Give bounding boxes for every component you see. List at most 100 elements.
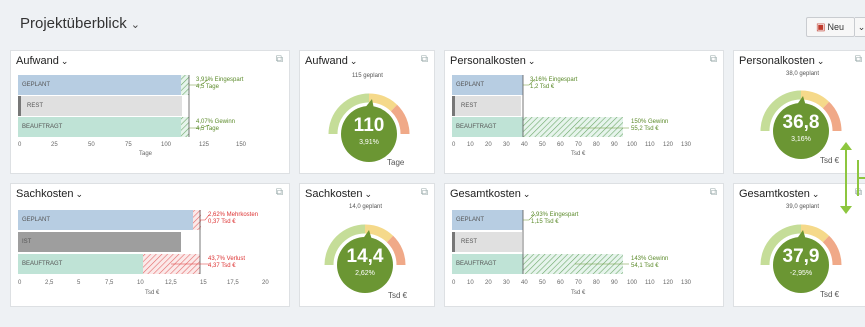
bar-label: BEAUFTRAGT xyxy=(22,124,63,130)
tick-label: 30 xyxy=(503,142,510,148)
tick-label: 10 xyxy=(467,280,474,286)
gauge-percent: 2,62% xyxy=(355,270,375,277)
chevron-down-icon: ⌄ xyxy=(130,19,140,31)
calendar-icon: ▣ xyxy=(816,22,826,33)
bar-label: REST xyxy=(461,239,478,245)
tick-label: 0 xyxy=(18,142,22,148)
gauge-percent: -2,95% xyxy=(789,270,813,277)
tick-label: 2,5 xyxy=(45,280,54,286)
tick-label: 60 xyxy=(557,280,564,286)
gauge-value: 37,9 xyxy=(782,246,820,267)
tick-label: 20 xyxy=(485,280,492,286)
bar-label: GEPLANT xyxy=(22,82,51,88)
rest-marker xyxy=(452,232,455,252)
tick-label: 100 xyxy=(627,280,638,286)
chevron-down-icon: ⌄ xyxy=(857,22,865,32)
tick-label: 15 xyxy=(200,280,207,286)
tick-label: 10 xyxy=(467,142,474,148)
bar-label: BEAUFTRAGT xyxy=(22,261,63,267)
tick-label: 10 xyxy=(137,280,144,286)
aufwand-gauge-card: Aufwand ⌄ ⧉ 115 geplant 110 3,91% Tage xyxy=(299,50,435,174)
tick-label: 17,5 xyxy=(227,280,239,286)
loss-annotation: 43,7% Verlust 4,37 Tsd € xyxy=(208,256,246,269)
tick-label: 90 xyxy=(611,280,618,286)
new-dropdown-button[interactable]: ⌄ xyxy=(855,17,865,37)
tick-label: 5 xyxy=(77,280,81,286)
gain-hatch xyxy=(523,117,623,137)
gain-annotation: 4,07% Gewinn 4,5 Tage xyxy=(196,119,236,132)
axis-unit: Tsd € xyxy=(571,290,586,296)
tick-label: 50 xyxy=(539,142,546,148)
axis-unit: Tage xyxy=(139,151,153,157)
tick-label: 125 xyxy=(199,142,210,148)
tick-label: 80 xyxy=(593,280,600,286)
bar-label: BEAUFTRAGT xyxy=(456,124,497,130)
tick-label: 40 xyxy=(521,142,528,148)
tick-label: 120 xyxy=(663,142,674,148)
tick-label: 90 xyxy=(611,142,618,148)
new-button[interactable]: ▣ Neu xyxy=(806,17,855,37)
gauge-unit: Tsd € xyxy=(388,291,408,300)
tick-label: 30 xyxy=(503,280,510,286)
bar-label: GEPLANT xyxy=(456,82,485,88)
tick-label: 120 xyxy=(663,280,674,286)
gesamtkosten-bar-card: Gesamtkosten ⌄ ⧉ GEPLANT REST BEAUFTRAGT … xyxy=(444,183,724,307)
saved-annotation: 3,16% Eingespart 1,2 Tsd € xyxy=(530,77,578,90)
tick-label: 20 xyxy=(262,280,269,286)
tick-label: 130 xyxy=(681,280,692,286)
top-bar: Projektüberblick ⌄ ▣ Neu ⌄ xyxy=(0,0,865,44)
personalkosten-bar-card: Personalkosten ⌄ ⧉ GEPLANT REST BEAUFTRAG… xyxy=(444,50,724,174)
tick-label: 110 xyxy=(645,142,655,148)
bar-label: REST xyxy=(461,103,478,109)
tick-label: 60 xyxy=(557,142,564,148)
tick-label: 100 xyxy=(627,142,638,148)
tick-label: 70 xyxy=(575,280,582,286)
gauge-value: 14,4 xyxy=(346,246,384,267)
new-button-label: Neu xyxy=(827,22,844,32)
gauge-percent: 3,91% xyxy=(359,139,379,146)
tick-label: 40 xyxy=(521,280,528,286)
resize-handle-icon[interactable] xyxy=(836,140,865,216)
bar-label: GEPLANT xyxy=(22,217,51,223)
tick-label: 0 xyxy=(452,142,456,148)
gauge-unit: Tsd € xyxy=(820,290,840,299)
gain-annotation: 150% Gewinn 55,2 Tsd € xyxy=(631,119,669,132)
gauge xyxy=(328,93,410,162)
gain-annotation: 143% Gewinn 54,1 Tsd € xyxy=(631,256,669,269)
sachkosten-gauge-card: Sachkosten ⌄ ⧉ 14,0 geplant 14,4 2,62% Ts… xyxy=(299,183,435,307)
saved-annotation: 2,93% Eingespart 1,15 Tsd € xyxy=(531,212,579,225)
tick-label: 20 xyxy=(485,142,492,148)
tick-label: 100 xyxy=(161,142,172,148)
tick-label: 7,5 xyxy=(105,280,114,286)
tick-label: 0 xyxy=(452,280,456,286)
rest-marker xyxy=(18,96,21,116)
gauge-value: 110 xyxy=(353,115,385,136)
axis-unit: Tsd € xyxy=(571,151,586,157)
saved-hatch xyxy=(181,75,189,95)
tick-label: 110 xyxy=(645,280,655,286)
gain-hatch xyxy=(181,117,189,137)
sachkosten-bar-card: Sachkosten ⌄ ⧉ GEPLANT IST BEAUFTRAGT 2,6… xyxy=(10,183,290,307)
tick-label: 150 xyxy=(236,142,247,148)
saved-annotation: 3,91% Eingespart 4,5 Tage xyxy=(196,77,244,90)
tick-label: 12,5 xyxy=(165,280,177,286)
bar-label: BEAUFTRAGT xyxy=(456,261,497,267)
page-title[interactable]: Projektüberblick ⌄ xyxy=(20,15,140,32)
tick-label: 50 xyxy=(88,142,95,148)
bar-label: IST xyxy=(22,239,32,245)
tick-label: 80 xyxy=(593,142,600,148)
bar-label: GEPLANT xyxy=(456,217,485,223)
tick-label: 75 xyxy=(125,142,132,148)
tick-label: 130 xyxy=(681,142,692,148)
gauge-unit: Tage xyxy=(387,158,405,167)
tick-label: 50 xyxy=(539,280,546,286)
tick-label: 0 xyxy=(18,280,22,286)
tick-label: 25 xyxy=(51,142,58,148)
aufwand-bar-card: Aufwand ⌄ ⧉ GEPLANT REST BEAUFTRAGT 3,91%… xyxy=(10,50,290,174)
rest-marker xyxy=(452,96,455,116)
gauge-percent: 3,16% xyxy=(791,136,811,143)
axis-unit: Tsd € xyxy=(145,290,160,296)
tick-label: 70 xyxy=(575,142,582,148)
bar-label: REST xyxy=(27,103,44,109)
gauge-value: 36,8 xyxy=(782,112,820,133)
